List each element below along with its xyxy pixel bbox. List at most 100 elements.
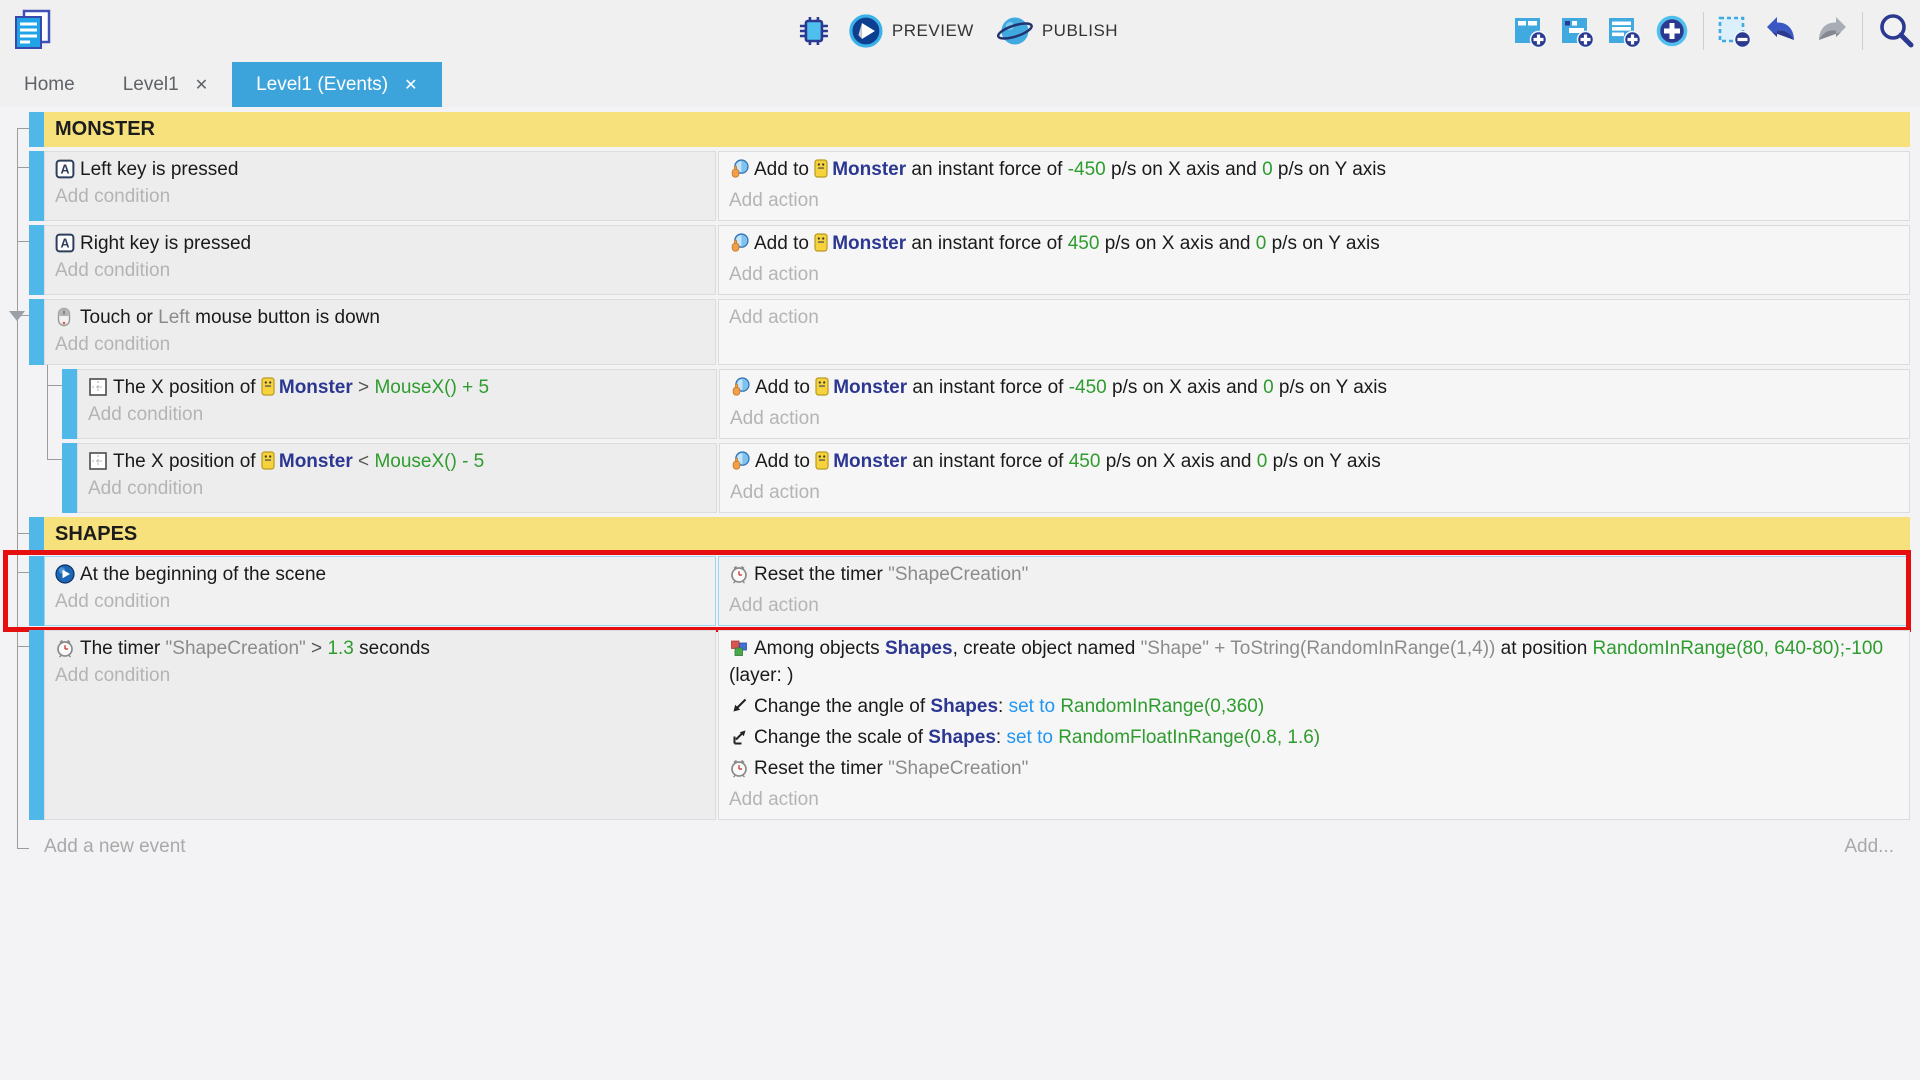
group-header[interactable]: MONSTER <box>44 112 1910 147</box>
add-action-button[interactable]: Add action <box>729 304 1899 331</box>
conditions-cell[interactable]: ARight key is pressedAdd condition <box>44 225 716 295</box>
actions-cell[interactable]: Add action <box>718 299 1910 365</box>
start-icon <box>55 564 75 584</box>
conditions-cell[interactable]: Touch or Left mouse button is downAdd co… <box>44 299 716 365</box>
action[interactable]: Among objects Shapes, create object name… <box>729 635 1899 689</box>
event-drag-bar[interactable] <box>29 630 44 820</box>
event-row[interactable]: ALeft key is pressedAdd condition Add to … <box>0 151 1910 221</box>
event-drag-bar[interactable] <box>29 151 44 221</box>
action[interactable]: Reset the timer "ShapeCreation" <box>729 561 1899 588</box>
add-action-button[interactable]: Add action <box>729 786 1899 813</box>
add-condition-button[interactable]: Add condition <box>88 401 706 428</box>
monster-object-icon <box>814 159 828 178</box>
condition[interactable]: At the beginning of the scene <box>55 561 705 588</box>
add-condition-button[interactable]: Add condition <box>55 183 705 210</box>
event-drag-bar[interactable] <box>29 517 44 552</box>
group-header[interactable]: SHAPES <box>44 517 1910 552</box>
condition[interactable]: ALeft key is pressed <box>55 156 705 183</box>
text-segment: Monster <box>832 159 906 180</box>
svg-text:A: A <box>60 237 69 251</box>
event-drag-bar[interactable] <box>29 556 44 626</box>
action[interactable]: Reset the timer "ShapeCreation" <box>729 755 1899 782</box>
actions-cell[interactable]: Add to Monster an instant force of 450 p… <box>719 443 1910 513</box>
add-more-button[interactable]: Add... <box>1844 836 1894 858</box>
publish-button[interactable]: PUBLISH <box>990 9 1124 53</box>
project-manager-icon[interactable] <box>12 8 54 52</box>
actions-cell[interactable]: Add to Monster an instant force of -450 … <box>718 151 1910 221</box>
condition[interactable]: The timer "ShapeCreation" > 1.3 seconds <box>55 635 705 662</box>
add-other-icon[interactable] <box>1654 13 1690 49</box>
add-comment-icon[interactable] <box>1607 14 1641 48</box>
event-row[interactable]: The timer "ShapeCreation" > 1.3 secondsA… <box>0 630 1910 820</box>
condition[interactable]: ARight key is pressed <box>55 230 705 257</box>
preview-label: PREVIEW <box>892 21 974 41</box>
preview-button[interactable]: PREVIEW <box>842 9 980 53</box>
close-icon[interactable]: ✕ <box>404 75 417 95</box>
publish-globe-icon <box>996 13 1034 49</box>
event-row[interactable]: The X position of Monster > MouseX() + 5… <box>0 369 1910 439</box>
event-row[interactable]: The X position of Monster < MouseX() - 5… <box>0 443 1910 513</box>
conditions-cell[interactable]: ALeft key is pressedAdd condition <box>44 151 716 221</box>
actions-cell[interactable]: Reset the timer "ShapeCreation" Add actio… <box>718 556 1910 626</box>
add-condition-button[interactable]: Add condition <box>55 257 705 284</box>
tab-home[interactable]: Home <box>0 62 99 107</box>
conditions-cell[interactable]: The timer "ShapeCreation" > 1.3 secondsA… <box>44 630 716 820</box>
add-condition-button[interactable]: Add condition <box>88 475 706 502</box>
tab-level1[interactable]: Level1 ✕ <box>99 62 232 107</box>
action[interactable]: Add to Monster an instant force of 450 p… <box>729 230 1899 257</box>
action[interactable]: Change the angle of Shapes: set to Rando… <box>729 693 1899 720</box>
actions-cell[interactable]: Among objects Shapes, create object name… <box>718 630 1910 820</box>
action[interactable]: Add to Monster an instant force of -450 … <box>730 374 1899 401</box>
close-icon[interactable]: ✕ <box>195 75 208 95</box>
text-segment: p/s on Y axis <box>1267 451 1380 472</box>
add-action-button[interactable]: Add action <box>729 261 1899 288</box>
condition[interactable]: The X position of Monster > MouseX() + 5 <box>88 374 706 401</box>
redo-icon[interactable] <box>1813 13 1849 49</box>
text-segment: Shapes <box>928 727 996 748</box>
add-new-event-button[interactable]: Add a new event <box>44 836 186 858</box>
add-condition-button[interactable]: Add condition <box>55 331 705 358</box>
event-row[interactable]: Touch or Left mouse button is downAdd co… <box>0 299 1910 365</box>
event-drag-bar[interactable] <box>29 225 44 295</box>
event-row[interactable]: At the beginning of the sceneAdd conditi… <box>0 556 1910 626</box>
conditions-cell[interactable]: The X position of Monster > MouseX() + 5… <box>77 369 717 439</box>
add-action-button[interactable]: Add action <box>729 592 1899 619</box>
action[interactable]: Change the scale of Shapes: set to Rando… <box>729 724 1899 751</box>
event-row[interactable]: ARight key is pressedAdd condition Add to… <box>0 225 1910 295</box>
debug-icon[interactable] <box>796 13 832 49</box>
add-event-icon[interactable] <box>1513 14 1547 48</box>
search-icon[interactable] <box>1876 11 1916 51</box>
add-action-button[interactable]: Add action <box>730 479 1899 506</box>
event-drag-bar[interactable] <box>62 443 77 513</box>
text-segment: 450 <box>1069 451 1101 472</box>
undo-icon[interactable] <box>1764 13 1800 49</box>
group-header-row[interactable]: MONSTER <box>0 112 1910 147</box>
text-segment: seconds <box>354 638 430 659</box>
delete-event-icon[interactable] <box>1717 14 1751 48</box>
action[interactable]: Add to Monster an instant force of -450 … <box>729 156 1899 183</box>
add-subevent-icon[interactable] <box>1560 14 1594 48</box>
add-condition-button[interactable]: Add condition <box>55 662 705 689</box>
group-header-row[interactable]: SHAPES <box>0 517 1910 552</box>
actions-cell[interactable]: Add to Monster an instant force of -450 … <box>719 369 1910 439</box>
tab-level1-events[interactable]: Level1 (Events) ✕ <box>232 62 441 107</box>
add-action-button[interactable]: Add action <box>729 187 1899 214</box>
condition[interactable]: The X position of Monster < MouseX() - 5 <box>88 448 706 475</box>
text-segment: Monster <box>832 233 906 254</box>
action[interactable]: Add to Monster an instant force of 450 p… <box>730 448 1899 475</box>
condition[interactable]: Touch or Left mouse button is down <box>55 304 705 331</box>
conditions-cell[interactable]: At the beginning of the sceneAdd conditi… <box>44 556 716 626</box>
text-segment: Shapes <box>930 696 998 717</box>
text-segment: 0 <box>1262 159 1273 180</box>
angle-icon <box>729 696 749 716</box>
event-drag-bar[interactable] <box>62 369 77 439</box>
actions-cell[interactable]: Add to Monster an instant force of 450 p… <box>718 225 1910 295</box>
right-toolbar <box>1513 0 1916 62</box>
event-drag-bar[interactable] <box>29 299 44 365</box>
add-condition-button[interactable]: Add condition <box>55 588 705 615</box>
conditions-cell[interactable]: The X position of Monster < MouseX() - 5… <box>77 443 717 513</box>
event-drag-bar[interactable] <box>29 112 44 147</box>
collapse-arrow-icon[interactable] <box>9 311 25 321</box>
text-segment: Monster <box>279 451 353 472</box>
add-action-button[interactable]: Add action <box>730 405 1899 432</box>
